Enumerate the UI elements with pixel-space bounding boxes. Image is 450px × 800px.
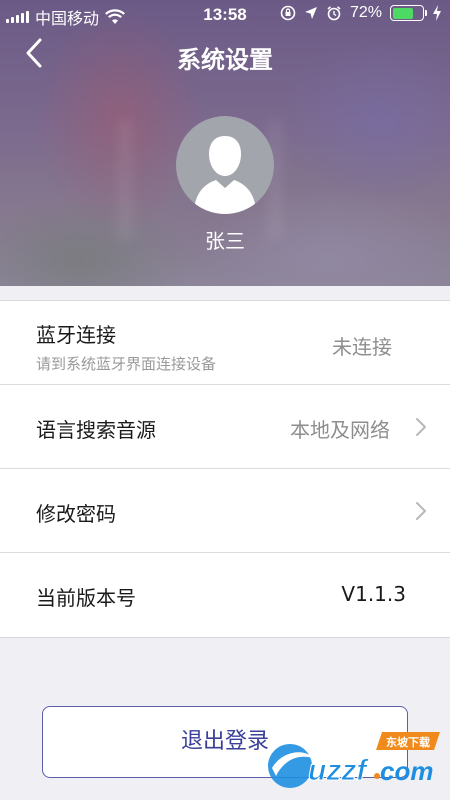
version-row: 当前版本号 V1.1.3 <box>0 553 450 637</box>
voice-source-value: 本地及网络 <box>290 418 390 442</box>
svg-text:东坡下载: 东坡下载 <box>386 735 430 749</box>
user-silhouette-icon <box>194 136 256 214</box>
user-name: 张三 <box>205 229 245 253</box>
avatar[interactable] <box>176 116 274 214</box>
bluetooth-label: 蓝牙连接 <box>36 323 116 347</box>
uzzf-watermark-logo: 东坡下载 uzzf com <box>262 728 448 798</box>
version-value: V1.1.3 <box>341 582 406 606</box>
voice-source-row[interactable]: 语言搜索音源 本地及网络 <box>0 385 450 469</box>
page-title: 系统设置 <box>177 46 273 74</box>
bluetooth-hint: 请到系统蓝牙界面连接设备 <box>36 355 217 373</box>
alarm-icon <box>327 6 341 21</box>
battery-percent: 72% <box>349 4 382 21</box>
battery-icon <box>390 5 427 21</box>
background-blur-decoration <box>118 120 132 240</box>
version-label: 当前版本号 <box>36 586 136 610</box>
bluetooth-row[interactable]: 蓝牙连接 请到系统蓝牙界面连接设备 未连接 <box>0 301 450 385</box>
change-password-row[interactable]: 修改密码 <box>0 469 450 553</box>
svg-text:uzzf: uzzf <box>308 754 369 787</box>
charging-icon <box>433 5 441 21</box>
bluetooth-status: 未连接 <box>332 335 392 359</box>
status-bar: 中国移动 13:58 72% <box>0 0 450 30</box>
chevron-right-icon <box>416 418 426 436</box>
orientation-lock-icon <box>280 5 296 21</box>
settings-list: 蓝牙连接 请到系统蓝牙界面连接设备 未连接 语言搜索音源 本地及网络 修改密码 … <box>0 300 450 638</box>
chevron-right-icon <box>416 502 426 520</box>
voice-source-label: 语言搜索音源 <box>36 418 156 442</box>
svg-text:com: com <box>380 756 433 786</box>
change-password-label: 修改密码 <box>36 502 116 526</box>
location-icon <box>304 7 317 19</box>
